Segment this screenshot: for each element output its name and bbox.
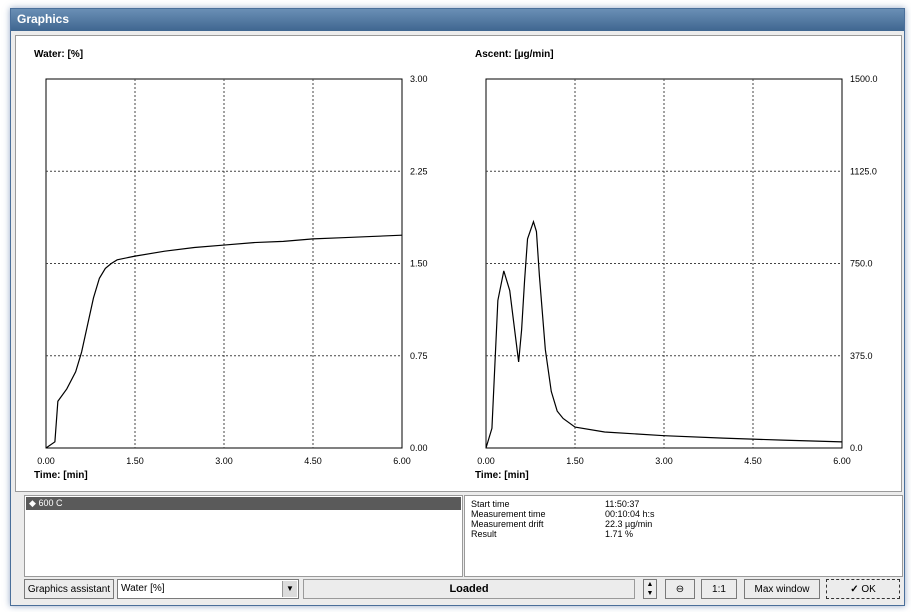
water-chart-x-tick-label: 1.50	[126, 456, 144, 466]
water-chart-x-tick-label: 3.00	[215, 456, 233, 466]
series-label: 600 C	[38, 498, 63, 508]
ascent-chart-y-tick-label: 1125.0	[850, 166, 877, 176]
ascent-chart-x-tick-label: 4.50	[744, 456, 762, 466]
title-bar[interactable]: Graphics	[11, 9, 904, 31]
checkmark-icon: ✓	[850, 584, 859, 595]
max-window-button[interactable]: Max window	[744, 579, 820, 599]
ascent-chart-y-tick-label: 375.0	[850, 351, 873, 361]
measurement-info-panel: Start time 11:50:37 Measurement time 00:…	[464, 495, 903, 577]
water-chart: 0.00 1.50 3.00 4.50 6.00 0.00 0.75 1.50 2.25 3.00	[37, 74, 428, 466]
ascent-chart-y-tick-label: 0.0	[850, 443, 863, 453]
spin-down-icon[interactable]: ▼	[644, 589, 656, 598]
ascent-chart-x-tick-label: 3.00	[655, 456, 673, 466]
spin-up-icon[interactable]: ▲	[644, 580, 656, 589]
zoom-out-icon: ⊖	[675, 584, 685, 595]
window-title: Graphics	[17, 12, 70, 26]
water-chart-y-tick-label: 0.75	[410, 351, 428, 361]
ascent-chart-y-tick-label: 1500.0	[850, 74, 878, 84]
series-select[interactable]: Water [%] ▼	[117, 579, 299, 599]
series-list-item[interactable]: ◆ 600 C	[26, 497, 461, 510]
chevron-down-icon[interactable]: ▼	[282, 581, 297, 597]
info-value-measurement-time: 00:10:04 h:s	[605, 509, 655, 519]
graphics-window: Graphics Water: [%] Ascent: [µg/min] Tim…	[10, 8, 905, 606]
scroll-spinner[interactable]: ▲ ▼	[643, 579, 657, 599]
ascent-chart-x-tick-label: 0.00	[477, 456, 495, 466]
info-key-start-time: Start time	[471, 499, 510, 509]
water-chart-x-tick-label: 4.50	[304, 456, 322, 466]
info-value-result: 1.71 %	[605, 529, 634, 539]
ascent-chart-x-tick-label: 1.50	[566, 456, 584, 466]
chart-area: Water: [%] Ascent: [µg/min] Time: [min] …	[15, 35, 902, 492]
info-value-start-time: 11:50:37	[605, 499, 640, 509]
status-field: Loaded	[303, 579, 635, 599]
zoom-out-button[interactable]: ⊖	[665, 579, 695, 599]
water-chart-y-tick-label: 2.25	[410, 166, 428, 176]
info-key-measurement-time: Measurement time	[471, 509, 546, 519]
ascent-chart-y-tick-label: 750.0	[850, 259, 873, 269]
water-chart-x-tick-label: 6.00	[393, 456, 411, 466]
info-key-result: Result	[471, 529, 497, 539]
water-chart-y-tick-label: 0.00	[410, 443, 428, 453]
series-list[interactable]: ◆ 600 C	[24, 495, 463, 577]
info-value-measurement-drift: 22.3 µg/min	[605, 519, 653, 529]
graphics-assistant-button[interactable]: Graphics assistant	[24, 579, 114, 599]
ascent-chart-x-tick-label: 6.00	[833, 456, 851, 466]
ok-label: OK	[861, 584, 876, 595]
water-chart-y-tick-label: 3.00	[410, 74, 428, 84]
zoom-fit-button[interactable]: 1:1	[701, 579, 737, 599]
water-chart-y-tick-label: 1.50	[410, 259, 428, 269]
info-key-measurement-drift: Measurement drift	[471, 519, 544, 529]
ascent-chart: 0.00 1.50 3.00 4.50 6.00 0.0 375.0 750.0 1125.0 1…	[477, 74, 878, 466]
water-chart-x-tick-label: 0.00	[37, 456, 55, 466]
series-marker-icon: ◆	[29, 498, 36, 508]
series-select-value: Water [%]	[121, 583, 165, 594]
ok-button[interactable]: ✓ OK	[826, 579, 900, 599]
